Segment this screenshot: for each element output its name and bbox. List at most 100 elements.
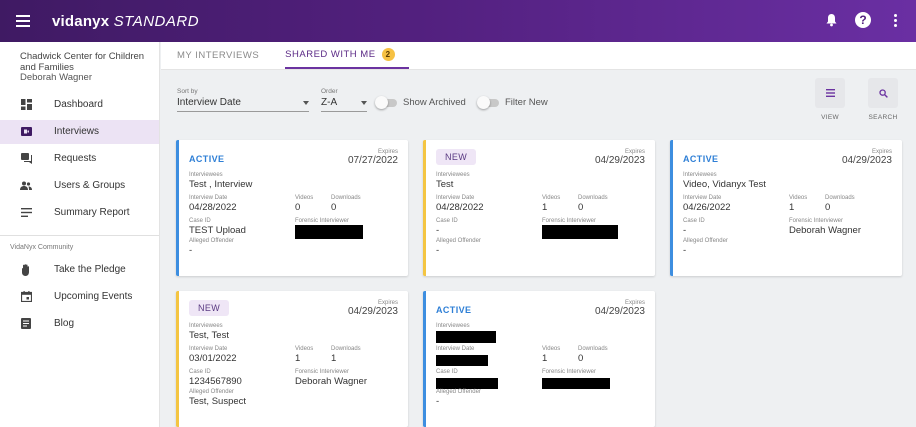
downloads-value: 0 (825, 202, 831, 213)
interview-card[interactable]: ACTIVE Expires 07/27/2022 Interviewees Tes… (176, 140, 408, 276)
interview-date-label: Interview Date (683, 195, 722, 201)
case-id-label: Case ID (683, 218, 705, 224)
alleged-offender-value: - (683, 245, 687, 256)
sidebar-item-label: Users & Groups (54, 180, 126, 191)
interview-date-label: Interview Date (436, 346, 475, 352)
videos-label: Videos (789, 195, 808, 201)
downloads-label: Downloads (578, 346, 608, 352)
help-icon[interactable]: ? (854, 11, 872, 29)
alleged-offender-label: Alleged Offender (436, 238, 481, 244)
videos-value: 1 (295, 353, 301, 364)
status-badge: ACTIVE (436, 305, 472, 315)
more-options-icon[interactable] (886, 11, 904, 29)
search-button[interactable]: SEARCH (866, 78, 900, 121)
order-label: Order (321, 88, 338, 95)
sidebar-divider (0, 234, 159, 236)
menu-icon[interactable] (16, 15, 30, 27)
interview-card[interactable]: NEW Expires 04/29/2023 Interviewees Test I… (423, 140, 655, 276)
interview-date-label: Interview Date (189, 195, 228, 201)
main-content: MY INTERVIEWS SHARED WITH ME 2 Sort by I… (161, 42, 916, 427)
show-archived-label: Show Archived (403, 97, 466, 108)
interviewees-label: Interviewees (436, 323, 470, 329)
videos-label: Videos (542, 346, 561, 352)
users-icon (20, 180, 32, 192)
videos-value: 1 (542, 202, 548, 213)
status-badge: NEW (436, 149, 477, 165)
interview-date-value: 04/28/2022 (436, 202, 484, 213)
sidebar-item-take-the-pledge[interactable]: Take the Pledge (0, 258, 159, 282)
show-archived-toggle[interactable]: Show Archived (375, 95, 466, 109)
expires-value: 04/29/2023 (594, 306, 645, 317)
videos-value: 0 (295, 202, 301, 213)
redacted-block (542, 225, 618, 239)
alleged-offender-label: Alleged Offender (189, 389, 234, 395)
view-button[interactable]: VIEW (813, 78, 847, 121)
expires-value: 04/29/2023 (841, 155, 892, 166)
sidebar-item-label: Dashboard (54, 99, 103, 110)
alleged-offender-value: - (189, 245, 193, 256)
calendar-icon (20, 291, 32, 303)
sort-by-label: Sort by (177, 88, 198, 95)
blog-icon (20, 318, 32, 330)
interviewees-value: Test (436, 179, 454, 190)
videos-value: 1 (789, 202, 795, 213)
sidebar-item-label: Take the Pledge (54, 264, 126, 275)
redacted-block (436, 378, 498, 389)
downloads-label: Downloads (825, 195, 855, 201)
videos-label: Videos (542, 195, 561, 201)
interview-date-value: 04/26/2022 (683, 202, 731, 213)
interview-date-value: 04/28/2022 (189, 202, 237, 213)
sidebar-item-upcoming-events[interactable]: Upcoming Events (0, 285, 159, 309)
sidebar-item-label: Blog (54, 318, 75, 329)
interview-date-value: 03/01/2022 (189, 353, 237, 364)
interviewees-value: Video, Vidanyx Test (683, 179, 766, 190)
alleged-offender-label: Alleged Offender (683, 238, 728, 244)
interviewees-label: Interviewees (683, 172, 717, 178)
downloads-value: 0 (331, 202, 337, 213)
sidebar-item-users-groups[interactable]: Users & Groups (0, 174, 159, 198)
tab-my-interviews[interactable]: MY INTERVIEWS (177, 50, 271, 69)
interview-card[interactable]: ACTIVE Expires 04/29/2023 Interviewees In… (423, 291, 655, 427)
interview-card[interactable]: ACTIVE Expires 04/29/2023 Interviewees Vid… (670, 140, 902, 276)
top-app-bar: vidanyx STANDARD ? (0, 0, 916, 42)
pledge-icon (20, 263, 32, 276)
org-name: Chadwick Center for Children and Familie… (20, 51, 145, 73)
interviewees-value: Test , Interview (189, 179, 253, 190)
expires-value: 07/27/2022 (347, 155, 398, 166)
sort-by-select[interactable]: Sort by Interview Date (177, 88, 309, 112)
downloads-value: 1 (331, 353, 337, 364)
downloads-value: 0 (578, 353, 584, 364)
expires-value: 04/29/2023 (594, 155, 645, 166)
alleged-offender-value: Test, Suspect (189, 396, 247, 407)
sidebar-item-blog[interactable]: Blog (0, 312, 159, 336)
case-id-value: - (683, 225, 687, 236)
search-icon (878, 88, 888, 98)
sidebar-item-interviews[interactable]: Interviews (0, 119, 159, 144)
order-value: Z-A (321, 97, 338, 108)
redacted-block (295, 225, 363, 239)
interview-date-label: Interview Date (189, 346, 228, 352)
sidebar-item-dashboard[interactable]: Dashboard (0, 93, 159, 117)
sidebar-item-requests[interactable]: Requests (0, 147, 159, 171)
videos-label: Videos (295, 346, 314, 352)
interviewees-label: Interviewees (189, 172, 223, 178)
forensic-interviewer-value: Deborah Wagner (295, 376, 367, 387)
user-name: Deborah Wagner (20, 72, 92, 83)
videos-value: 1 (542, 353, 548, 364)
interview-card[interactable]: NEW Expires 04/29/2023 Interviewees Test, … (176, 291, 408, 427)
dashboard-icon (20, 99, 32, 111)
tab-shared-with-me[interactable]: SHARED WITH ME 2 (285, 48, 409, 69)
report-icon (20, 207, 32, 219)
interviewees-value: Test, Test (189, 330, 229, 341)
sidebar-item-summary-report[interactable]: Summary Report (0, 201, 159, 225)
interviewees-label: Interviewees (189, 323, 223, 329)
downloads-label: Downloads (331, 346, 361, 352)
bell-icon[interactable] (822, 11, 840, 29)
case-id-value: - (436, 225, 440, 236)
order-select[interactable]: Order Z-A (321, 88, 367, 112)
case-id-label: Case ID (436, 218, 458, 224)
filter-new-toggle[interactable]: Filter New (477, 95, 548, 109)
alleged-offender-label: Alleged Offender (189, 238, 234, 244)
forensic-interviewer-label: Forensic Interviewer (542, 369, 597, 375)
requests-icon (20, 153, 32, 165)
